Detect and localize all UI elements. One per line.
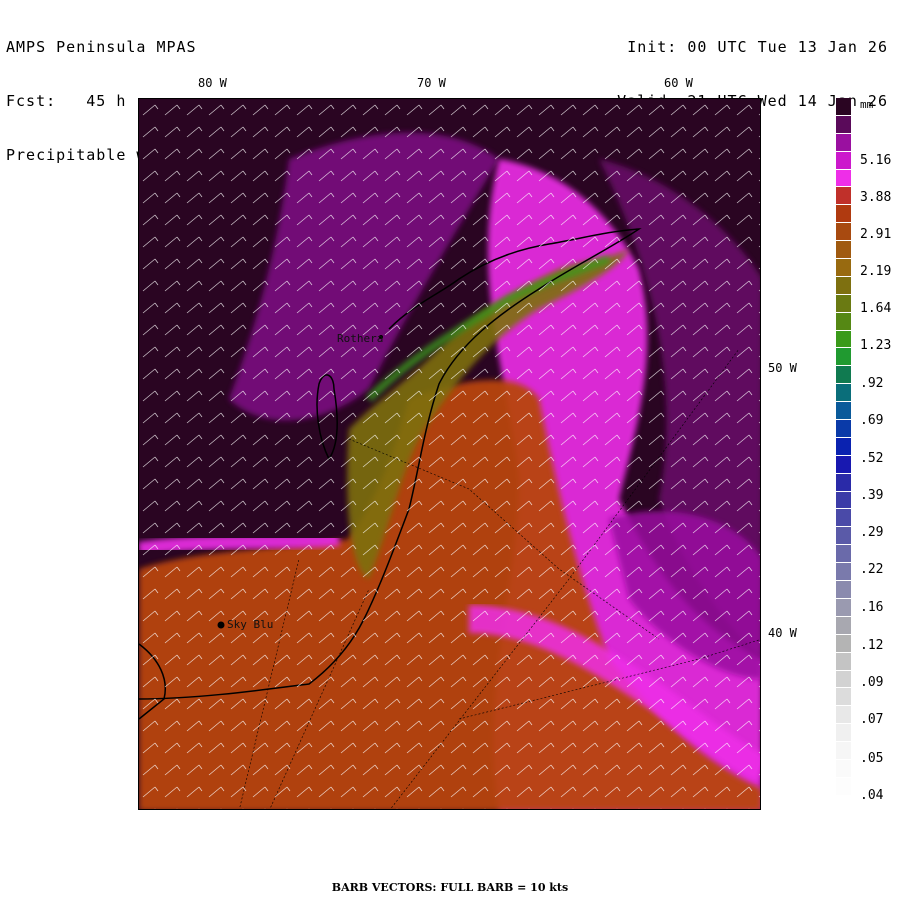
station-label-rothera: Rothera [337,332,384,345]
station-marker-sky-blu [217,621,225,629]
colorbar-swatch [836,634,851,653]
colorbar-swatch [836,527,851,546]
colorbar-swatch [836,437,851,456]
colorbar-swatch [836,169,851,188]
colorbar-swatch [836,688,851,707]
colorbar-swatch [836,509,851,528]
lat-label-40: 40 W [768,626,797,640]
init-time: Init: 00 UTC Tue 13 Jan 26 [627,38,888,56]
lon-label-80w: 80 W [198,76,227,90]
colorbar-swatch [836,473,851,492]
colorbar-tick-label: .39 [860,488,884,503]
colorbar-swatch [836,312,851,331]
lon-label-70w: 70 W [417,76,446,90]
colorbar-swatch [836,98,851,116]
colorbar-swatch [836,366,851,385]
colorbar-unit: mm [860,98,874,111]
colorbar-swatch [836,348,851,367]
colorbar-swatch [836,402,851,421]
colorbar-swatch [836,151,851,170]
colorbar-tick-label: .09 [860,675,884,690]
colorbar-swatch [836,420,851,438]
colorbar-tick-label: 1.64 [860,301,892,316]
colorbar-tick-label: .07 [860,712,884,727]
colorbar-tick-label: .92 [860,376,884,391]
colorbar-swatch [836,455,851,474]
colorbar-swatch [836,777,851,796]
colorbar-swatch [836,652,851,671]
colorbar-swatch [836,259,851,277]
colorbar-tick-label: .05 [860,751,884,766]
colorbar-swatch [836,759,851,778]
colorbar-swatch [836,133,851,152]
colorbar-swatch [836,384,851,403]
colorbar-tick-label: .69 [860,413,884,428]
colorbar-swatch [836,581,851,599]
colorbar-swatch [836,115,851,134]
colorbar-swatch [836,241,851,260]
colorbar-tick-label: .12 [860,638,884,653]
model-title: AMPS Peninsula MPAS [6,38,197,56]
colorbar-swatch [836,491,851,510]
colorbar-swatch [836,742,851,760]
map-canvas [139,99,760,809]
colorbar-tick-label: .16 [860,600,884,615]
lat-label-50: 50 W [768,361,797,375]
barb-legend: BARB VECTORS: FULL BARB = 10 kts [331,881,569,894]
colorbar-swatch [836,616,851,635]
colorbar-swatch [836,294,851,313]
lon-label-60w: 60 W [664,76,693,90]
colorbar-tick-label: .22 [860,562,884,577]
colorbar [836,98,851,814]
map-panel[interactable]: Rothera Sky Blu [138,98,761,810]
colorbar-tick-label: 5.16 [860,153,892,168]
colorbar-tick-label: 2.91 [860,227,892,242]
colorbar-swatch [836,724,851,743]
colorbar-swatch [836,330,851,349]
colorbar-swatch [836,205,851,224]
colorbar-swatch [836,795,851,814]
colorbar-tick-label: .29 [860,525,884,540]
colorbar-swatch [836,223,851,242]
colorbar-swatch [836,545,851,564]
colorbar-swatch [836,598,851,617]
station-label-sky-blu: Sky Blu [227,618,274,631]
colorbar-swatch [836,563,851,582]
colorbar-tick-label: .52 [860,451,884,466]
colorbar-swatch [836,670,851,689]
wind-barbs [139,99,760,809]
colorbar-tick-label: 2.19 [860,264,892,279]
colorbar-tick-label: 1.23 [860,338,892,353]
colorbar-tick-label: .04 [860,788,884,803]
colorbar-tick-label: 3.88 [860,190,892,205]
colorbar-swatch [836,276,851,295]
colorbar-swatch [836,187,851,206]
colorbar-swatch [836,706,851,725]
